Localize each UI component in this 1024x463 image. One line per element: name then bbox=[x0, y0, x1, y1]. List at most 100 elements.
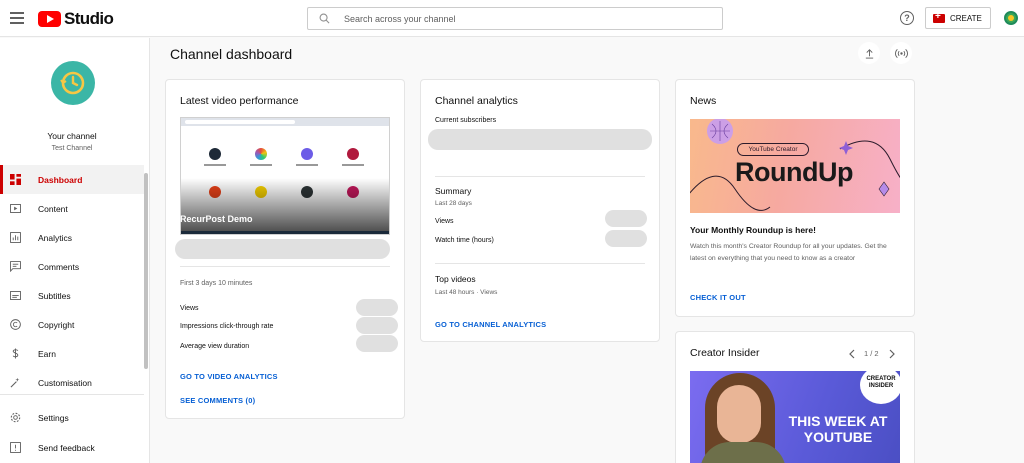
thumbnail-app-icon bbox=[347, 148, 359, 160]
sidebar-item-label: Send feedback bbox=[38, 442, 95, 453]
create-button[interactable]: CREATE bbox=[925, 7, 991, 29]
metric-label: Impressions click-through rate bbox=[180, 323, 274, 330]
channel-logo-icon bbox=[60, 71, 85, 95]
chevron-right-icon[interactable] bbox=[888, 349, 896, 359]
metric-label: Average view duration bbox=[180, 343, 250, 350]
sidebar-item-label: Customisation bbox=[38, 377, 92, 388]
sidebar-item-label: Dashboard bbox=[38, 174, 83, 185]
thumbnail-gradient bbox=[181, 178, 389, 234]
content-icon bbox=[10, 204, 21, 213]
channel-analytics-title: Channel analytics bbox=[435, 95, 518, 107]
subscribers-label: Current subscribers bbox=[435, 117, 497, 124]
create-video-icon bbox=[933, 11, 945, 23]
channel-name: Test Channel bbox=[51, 145, 93, 152]
sidebar-item-analytics[interactable]: Analytics bbox=[0, 223, 144, 252]
metric-label: Views bbox=[435, 218, 454, 225]
dashboard-icon bbox=[10, 174, 21, 185]
settings-icon bbox=[10, 412, 21, 423]
account-avatar[interactable] bbox=[1004, 11, 1018, 25]
news-image-headline: RoundUp bbox=[735, 157, 853, 187]
thumbnail-url-bar bbox=[185, 120, 295, 124]
sidebar-item-label: Copyright bbox=[38, 319, 75, 330]
help-icon[interactable]: ? bbox=[900, 11, 914, 25]
creator-insider-headline: THIS WEEK AT YOUTUBE bbox=[788, 413, 888, 445]
search-input[interactable] bbox=[344, 13, 704, 24]
youtube-play-icon bbox=[38, 11, 61, 27]
sidebar-item-label: Comments bbox=[38, 261, 80, 272]
loading-placeholder bbox=[175, 239, 390, 259]
sidebar-item-label: Subtitles bbox=[38, 290, 71, 301]
creator-insider-title: Creator Insider bbox=[690, 347, 760, 359]
sidebar-item-label: Settings bbox=[38, 412, 69, 423]
metric-value-placeholder bbox=[356, 335, 398, 352]
comments-icon bbox=[10, 261, 21, 272]
divider bbox=[435, 263, 645, 264]
sidebar-item-feedback[interactable]: Send feedback bbox=[0, 433, 144, 462]
go-to-channel-analytics-link[interactable]: GO TO CHANNEL ANALYTICS bbox=[435, 320, 546, 329]
sidebar-item-dashboard[interactable]: Dashboard bbox=[0, 165, 144, 194]
feedback-icon bbox=[10, 442, 21, 453]
analytics-icon bbox=[10, 232, 21, 243]
search-icon bbox=[319, 13, 330, 24]
latest-video-title: Latest video performance bbox=[180, 95, 299, 107]
page-title: Channel dashboard bbox=[170, 46, 293, 62]
thumbnail-browser-bar bbox=[181, 118, 389, 126]
sidebar-item-label: Content bbox=[38, 203, 68, 214]
sidebar-item-comments[interactable]: Comments bbox=[0, 252, 144, 281]
thumbnail-taskbar bbox=[181, 231, 389, 234]
metric-value-placeholder bbox=[356, 317, 398, 334]
sidebar: Your channel Test Channel Dashboard Cont… bbox=[0, 38, 150, 463]
your-channel-label: Your channel bbox=[47, 131, 97, 141]
thumbnail-app-icon bbox=[209, 148, 221, 160]
sidebar-item-earn[interactable]: Earn bbox=[0, 339, 144, 368]
news-title: News bbox=[690, 95, 717, 107]
video-thumbnail-title: RecurPost Demo bbox=[180, 214, 253, 224]
copyright-icon bbox=[10, 319, 21, 330]
metric-label: Watch time (hours) bbox=[435, 237, 494, 244]
top-videos-period: Last 48 hours · Views bbox=[435, 289, 498, 296]
channel-avatar[interactable] bbox=[51, 61, 95, 105]
sidebar-divider bbox=[0, 394, 144, 395]
live-icon bbox=[894, 48, 908, 58]
sidebar-item-settings[interactable]: Settings bbox=[0, 403, 144, 432]
sidebar-item-content[interactable]: Content bbox=[0, 194, 144, 223]
go-live-button[interactable] bbox=[890, 42, 912, 64]
check-it-out-link[interactable]: CHECK IT OUT bbox=[690, 293, 746, 302]
metric-value-placeholder bbox=[605, 210, 647, 227]
news-headline: Your Monthly Roundup is here! bbox=[690, 225, 816, 235]
metric-value-placeholder bbox=[356, 299, 398, 316]
earn-icon bbox=[12, 348, 19, 359]
create-label: CREATE bbox=[950, 13, 982, 23]
search-box[interactable] bbox=[307, 7, 723, 30]
metric-value-placeholder bbox=[605, 230, 647, 247]
sidebar-scrollbar[interactable] bbox=[144, 173, 148, 369]
pager-text: 1 / 2 bbox=[864, 349, 879, 358]
see-comments-link[interactable]: SEE COMMENTS (0) bbox=[180, 396, 255, 405]
upload-icon bbox=[865, 48, 873, 59]
thumbnail-app-label bbox=[204, 164, 226, 166]
subscribers-placeholder bbox=[428, 129, 652, 150]
subtitles-icon bbox=[10, 291, 21, 300]
thumbnail-app-icon bbox=[255, 148, 267, 160]
menu-icon[interactable] bbox=[10, 12, 24, 24]
news-image-pill: YouTube Creator bbox=[737, 143, 809, 156]
upload-button[interactable] bbox=[858, 42, 880, 64]
divider bbox=[435, 176, 645, 177]
logo-text: Studio bbox=[64, 9, 114, 28]
news-body: Watch this month's Creator Roundup for a… bbox=[690, 243, 887, 262]
sidebar-item-label: Earn bbox=[38, 348, 56, 359]
studio-logo[interactable]: Studio bbox=[38, 9, 114, 29]
thumbnail-app-label bbox=[342, 164, 364, 166]
chevron-left-icon[interactable] bbox=[848, 349, 856, 359]
customisation-icon bbox=[10, 377, 20, 388]
top-videos-title: Top videos bbox=[435, 274, 476, 284]
summary-period: Last 28 days bbox=[435, 200, 472, 207]
go-to-video-analytics-link[interactable]: GO TO VIDEO ANALYTICS bbox=[180, 372, 278, 381]
sidebar-item-customisation[interactable]: Customisation bbox=[0, 368, 144, 397]
sidebar-item-copyright[interactable]: Copyright bbox=[0, 310, 144, 339]
video-period: First 3 days 10 minutes bbox=[180, 280, 253, 287]
sidebar-item-subtitles[interactable]: Subtitles bbox=[0, 281, 144, 310]
thumbnail-app-icon bbox=[301, 148, 313, 160]
thumbnail-app-label bbox=[250, 164, 272, 166]
summary-title: Summary bbox=[435, 186, 472, 196]
